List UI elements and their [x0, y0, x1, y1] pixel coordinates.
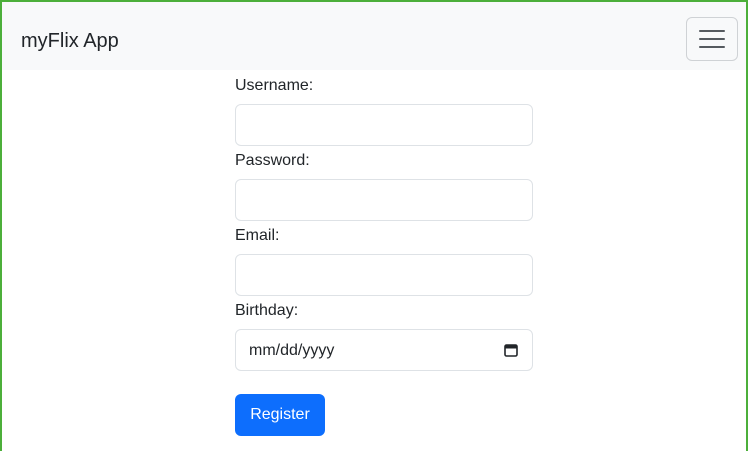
- navbar-toggler-button[interactable]: [686, 17, 738, 61]
- hamburger-menu-icon-bar: [699, 38, 725, 40]
- email-label: Email:: [235, 227, 280, 244]
- hamburger-menu-icon-bar: [699, 46, 725, 48]
- email-input[interactable]: [235, 254, 533, 296]
- password-label: Password:: [235, 152, 310, 169]
- username-input[interactable]: [235, 104, 533, 146]
- birthday-date-input[interactable]: mm/dd/yyyy: [235, 329, 533, 371]
- register-button[interactable]: Register: [235, 394, 325, 436]
- password-input[interactable]: [235, 179, 533, 221]
- navbar: myFlix App: [2, 2, 748, 70]
- calendar-icon[interactable]: [504, 343, 518, 357]
- hamburger-menu-icon: [699, 30, 725, 32]
- app-window: myFlix App Username: Password: Email: Bi…: [0, 0, 748, 451]
- birthday-placeholder: mm/dd/yyyy: [249, 342, 335, 359]
- birthday-label: Birthday:: [235, 302, 299, 319]
- brand-link[interactable]: myFlix App: [21, 28, 119, 54]
- username-label: Username:: [235, 77, 314, 94]
